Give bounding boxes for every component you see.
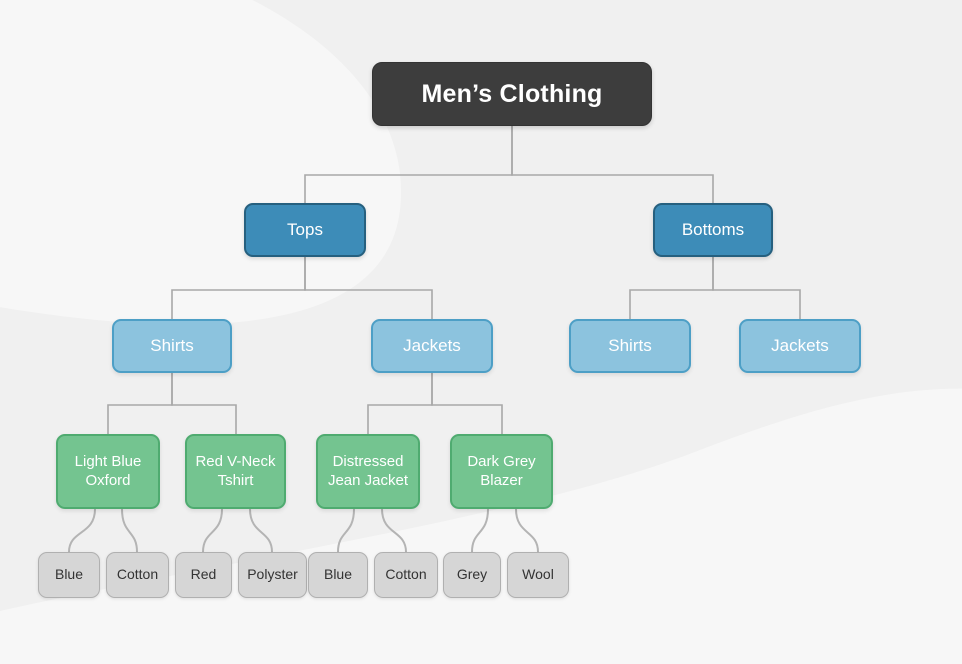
node-label: Blue [54,566,84,583]
connector-red-v-neck-tshirt-to-attr-red [202,508,223,553]
node-bottoms-jackets[interactable]: Jackets [739,319,861,373]
node-label: Bottoms [681,219,745,239]
node-label: Shirts [608,335,652,355]
connector-light-blue-oxford-to-attr-blue-1 [68,508,96,553]
node-label: Shirts [150,335,194,355]
node-label: Dark Grey Blazer [467,453,536,489]
node-attr-polyster[interactable]: Polyster [238,552,307,598]
node-attr-cotton-2[interactable]: Cotton [374,552,438,598]
connector-tops-shirts-to-red-v-neck-tshirt [171,373,237,434]
connector-red-v-neck-tshirt-to-attr-polyster [249,508,273,553]
connector-tops-jackets-to-dark-grey-blazer [431,373,503,434]
node-label: Grey [456,566,488,583]
node-label: Wool [522,566,554,583]
node-attr-blue-2[interactable]: Blue [308,552,368,598]
node-tops[interactable]: Tops [244,203,366,257]
node-label: Red V-Neck Tshirt [195,453,276,489]
connector-distressed-jean-jacket-to-attr-blue-2 [337,508,355,553]
node-label: Red [190,566,217,583]
connector-tops-to-tops-shirts [171,257,306,319]
node-label: Jackets [403,335,461,355]
connector-root-to-tops [304,126,513,203]
background-blob-bottom-right [0,388,962,664]
connector-dark-grey-blazer-to-attr-grey [471,508,489,553]
node-attr-cotton-1[interactable]: Cotton [106,552,169,598]
node-attr-grey[interactable]: Grey [443,552,501,598]
connector-root-to-bottoms [511,126,714,203]
node-label: Distressed Jean Jacket [327,453,409,489]
connector-bottoms-to-bottoms-shirts [629,257,714,319]
node-distressed-jean-jacket[interactable]: Distressed Jean Jacket [316,434,420,509]
node-label: Blue [323,566,353,583]
node-root[interactable]: Men’s Clothing [372,62,652,126]
connector-dark-grey-blazer-to-attr-wool [515,508,539,553]
node-label: Jackets [771,335,829,355]
background-blob-top-left [0,0,402,325]
node-tops-jackets[interactable]: Jackets [371,319,493,373]
node-attr-blue-1[interactable]: Blue [38,552,100,598]
node-attr-red[interactable]: Red [175,552,232,598]
diagram-canvas: Men’s Clothing Tops Bottoms Shirts Jackets Sh… [0,0,962,664]
node-label: Cotton [116,566,159,583]
node-label: Polyster [247,566,298,583]
node-bottoms-shirts[interactable]: Shirts [569,319,691,373]
connector-distressed-jean-jacket-to-attr-cotton-2 [381,508,407,553]
node-dark-grey-blazer[interactable]: Dark Grey Blazer [450,434,553,509]
node-light-blue-oxford[interactable]: Light Blue Oxford [56,434,160,509]
connector-light-blue-oxford-to-attr-cotton-1 [121,508,138,553]
node-label: Men’s Clothing [421,79,603,108]
connector-tops-shirts-to-light-blue-oxford [107,373,173,434]
connector-tops-jackets-to-distressed-jean-jacket [367,373,433,434]
connector-bottoms-to-bottoms-jackets [712,257,801,319]
node-attr-wool[interactable]: Wool [507,552,569,598]
node-label: Cotton [385,566,427,583]
node-label: Tops [287,219,323,239]
node-label: Light Blue Oxford [74,453,142,489]
node-tops-shirts[interactable]: Shirts [112,319,232,373]
connector-tops-to-tops-jackets [304,257,433,319]
node-red-v-neck-tshirt[interactable]: Red V-Neck Tshirt [185,434,286,509]
node-bottoms[interactable]: Bottoms [653,203,773,257]
